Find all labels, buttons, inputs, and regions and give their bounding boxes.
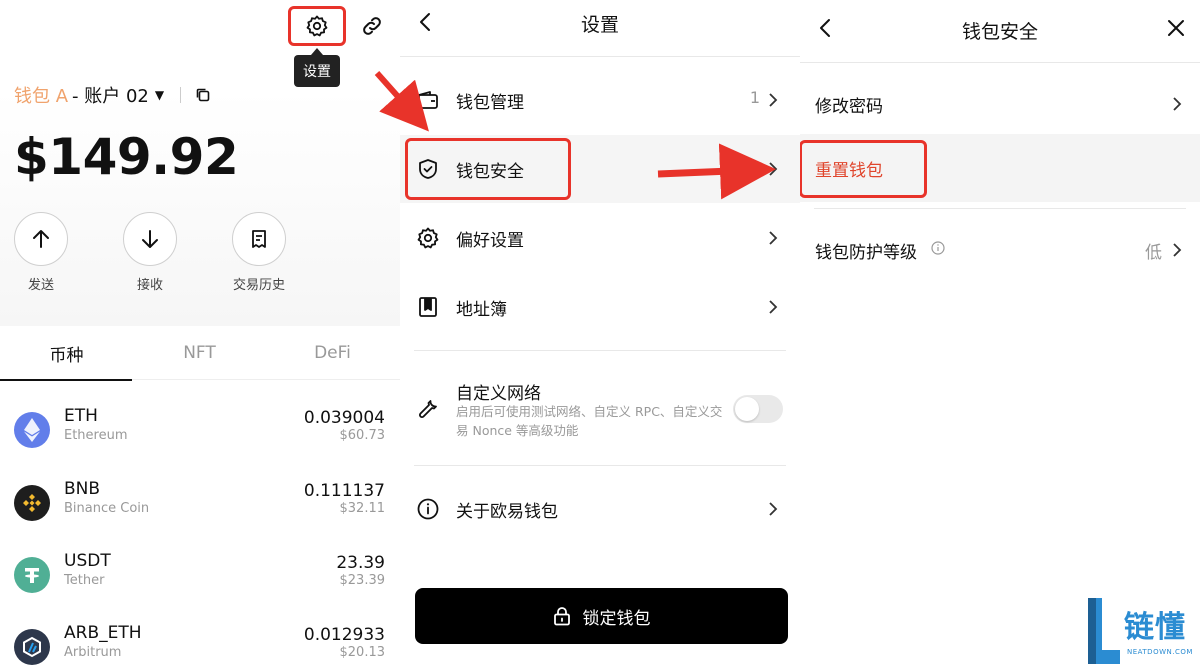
watermark-logo: 链懂 NEATDOWN.COM [1086, 598, 1198, 664]
watermark-text: 链懂 [1124, 610, 1186, 645]
watermark-subtext: NEATDOWN.COM [1127, 648, 1193, 656]
arrow-to-security [657, 143, 776, 200]
annotation-arrows [374, 71, 776, 200]
arrow-to-settings [374, 71, 429, 132]
